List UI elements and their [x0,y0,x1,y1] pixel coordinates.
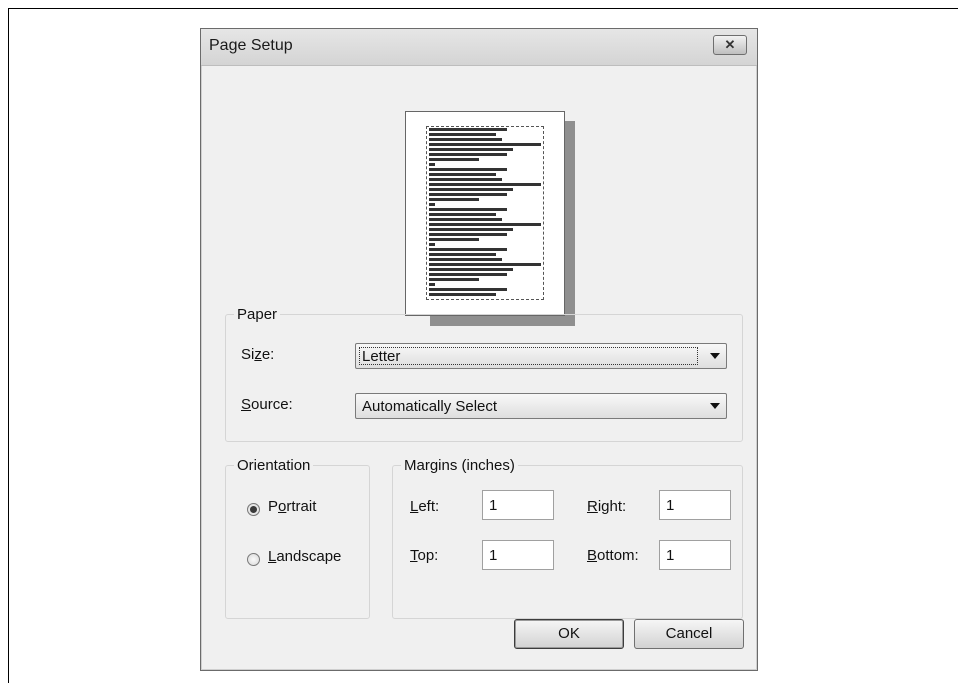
source-select[interactable]: Automatically Select [355,393,727,419]
close-icon: ✕ [724,37,736,52]
bottom-margin-input[interactable]: 1 [659,540,731,570]
top-margin-label: Top: [410,547,439,564]
margins-group: Margins (inches) Left: 1 Right: 1 Top: 1… [392,457,743,619]
top-margin-input[interactable]: 1 [482,540,554,570]
size-select[interactable]: Letter [355,343,727,369]
chevron-down-icon [710,403,720,409]
cancel-button[interactable]: Cancel [634,619,744,649]
page-setup-dialog: Page Setup ✕ Paper Size: Letter Source: … [200,28,758,671]
close-button[interactable]: ✕ [713,35,747,55]
chevron-down-icon [710,353,720,359]
landscape-radio[interactable] [247,553,260,566]
preview-sheet [405,111,565,316]
orientation-group: Orientation Portrait Landscape [225,457,370,619]
bottom-margin-label: Bottom: [587,547,639,564]
preview-text-lines [429,128,541,298]
right-margin-value: 1 [666,497,675,514]
left-margin-value: 1 [489,497,498,514]
bottom-margin-value: 1 [666,547,675,564]
dialog-title: Page Setup [209,37,293,54]
frame-border-left [8,8,9,683]
margins-legend: Margins (inches) [401,457,518,474]
right-margin-input[interactable]: 1 [659,490,731,520]
orientation-legend: Orientation [234,457,314,474]
source-label: Source: [241,396,293,413]
paper-group: Paper Size: Letter Source: Automatically… [225,306,743,442]
radio-selected-dot [250,506,257,513]
title-bar[interactable]: Page Setup ✕ [201,29,757,66]
focus-outline [359,347,698,365]
portrait-radio[interactable] [247,503,260,516]
right-margin-label: Right: [587,498,627,515]
portrait-label[interactable]: Portrait [268,498,316,515]
landscape-label[interactable]: Landscape [268,548,341,565]
top-margin-value: 1 [489,547,498,564]
left-margin-input[interactable]: 1 [482,490,554,520]
ok-button[interactable]: OK [514,619,624,649]
size-label: Size: [241,346,275,363]
left-margin-label: Left: [410,498,440,515]
size-selected-value: Letter [362,348,401,365]
source-selected-value: Automatically Select [362,398,498,415]
page-preview [401,84,575,326]
frame-border-top [8,8,958,9]
paper-legend: Paper [234,306,281,323]
